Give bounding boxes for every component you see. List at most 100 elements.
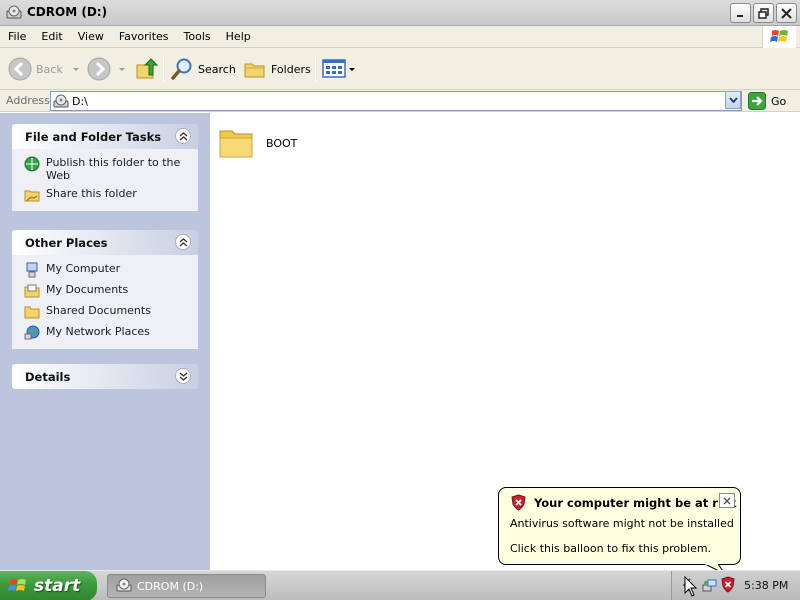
folders-label: Folders bbox=[271, 62, 311, 76]
go-arrow-icon bbox=[748, 92, 766, 110]
toolbar-separator bbox=[163, 56, 164, 82]
go-button[interactable]: Go bbox=[748, 91, 786, 111]
back-arrow-icon bbox=[8, 57, 32, 81]
menu-help[interactable]: Help bbox=[218, 30, 258, 43]
back-dropdown-icon bbox=[72, 67, 79, 71]
collapse-chevron-icon[interactable] bbox=[175, 234, 191, 250]
up-folder-button[interactable] bbox=[135, 54, 159, 84]
toolbar-separator bbox=[315, 56, 316, 82]
start-label: start bbox=[34, 576, 81, 596]
task-pane: File and Folder Tasks Publish this folde… bbox=[0, 113, 210, 570]
folder-label: BOOT bbox=[266, 137, 298, 150]
folder-icon bbox=[24, 304, 40, 320]
folders-button[interactable]: Folders bbox=[243, 54, 311, 84]
back-button[interactable]: Back bbox=[8, 54, 79, 84]
panel-header[interactable]: File and Folder Tasks bbox=[12, 124, 198, 149]
place-label: My Network Places bbox=[46, 325, 150, 338]
balloon-hint: Click this balloon to fix this problem. bbox=[510, 542, 712, 555]
forward-arrow-icon bbox=[87, 57, 111, 81]
folder-item[interactable]: BOOT bbox=[218, 123, 297, 164]
close-button[interactable] bbox=[776, 3, 797, 23]
menu-favorites[interactable]: Favorites bbox=[111, 30, 176, 43]
back-label: Back bbox=[36, 62, 63, 76]
collapse-chevron-icon[interactable] bbox=[175, 128, 191, 144]
security-shield-icon[interactable] bbox=[720, 576, 736, 596]
globe-icon bbox=[24, 156, 40, 172]
place-label: Shared Documents bbox=[46, 304, 151, 317]
my-documents-icon bbox=[24, 283, 40, 299]
menu-edit[interactable]: Edit bbox=[33, 30, 69, 43]
go-label: Go bbox=[771, 94, 787, 108]
windows-logo-icon bbox=[762, 26, 796, 48]
panel-title: File and Folder Tasks bbox=[25, 130, 162, 144]
panel-header[interactable]: Details bbox=[12, 364, 198, 389]
close-icon bbox=[723, 497, 731, 504]
address-input[interactable]: D:\ bbox=[50, 91, 742, 111]
folder-icon bbox=[218, 123, 256, 164]
panel-header[interactable]: Other Places bbox=[12, 230, 198, 255]
place-label: My Computer bbox=[46, 262, 121, 275]
forward-button[interactable] bbox=[87, 54, 125, 84]
restore-icon bbox=[758, 7, 769, 19]
menu-view[interactable]: View bbox=[70, 30, 111, 43]
place-my-computer[interactable]: My Computer bbox=[24, 262, 188, 278]
mouse-cursor bbox=[684, 575, 698, 600]
panel-title: Other Places bbox=[25, 236, 108, 250]
cd-drive-icon bbox=[6, 5, 22, 21]
task-label: Publish this folder to the Web bbox=[46, 156, 181, 182]
search-icon bbox=[171, 58, 192, 80]
cd-drive-icon bbox=[53, 94, 69, 113]
network-tray-icon[interactable] bbox=[702, 577, 718, 596]
place-shared-documents[interactable]: Shared Documents bbox=[24, 304, 188, 320]
place-my-network-places[interactable]: My Network Places bbox=[24, 325, 188, 341]
views-dropdown-icon bbox=[349, 67, 355, 71]
window-title: CDROM (D:) bbox=[27, 5, 108, 19]
toolbar: Back Search Folders bbox=[0, 48, 800, 90]
taskbar-window-button[interactable]: CDROM (D:) bbox=[107, 574, 266, 598]
balloon-title: Your computer might be at risk bbox=[534, 496, 737, 510]
task-publish-web[interactable]: Publish this folder to the Web bbox=[24, 156, 188, 182]
expand-chevron-icon[interactable] bbox=[175, 368, 191, 384]
up-folder-icon bbox=[136, 58, 159, 79]
restore-button[interactable] bbox=[753, 3, 774, 23]
security-shield-icon bbox=[510, 494, 527, 514]
other-places-panel: Other Places My Computer My Documents Sh… bbox=[12, 230, 198, 349]
file-folder-tasks-panel: File and Folder Tasks Publish this folde… bbox=[12, 124, 198, 211]
my-computer-icon bbox=[24, 262, 40, 278]
folders-icon bbox=[244, 63, 265, 78]
minimize-icon bbox=[737, 14, 743, 17]
views-icon bbox=[322, 59, 346, 78]
place-label: My Documents bbox=[46, 283, 129, 296]
share-folder-icon bbox=[24, 187, 40, 203]
menu-bar: File Edit View Favorites Tools Help bbox=[0, 26, 800, 48]
windows-flag-icon bbox=[8, 577, 28, 595]
panel-body: My Computer My Documents Shared Document… bbox=[12, 255, 198, 349]
task-share-folder[interactable]: Share this folder bbox=[24, 187, 188, 203]
close-icon bbox=[781, 7, 792, 19]
address-bar: Address D:\ Go bbox=[0, 90, 800, 112]
menu-tools[interactable]: Tools bbox=[176, 30, 218, 43]
cd-drive-icon bbox=[116, 578, 132, 594]
search-button[interactable]: Search bbox=[170, 54, 236, 84]
menu-file[interactable]: File bbox=[0, 30, 33, 43]
panel-body: Publish this folder to the Web Share thi… bbox=[12, 149, 198, 211]
address-value: D:\ bbox=[72, 95, 88, 108]
taskbar: start CDROM (D:) 5:38 PM bbox=[0, 570, 800, 600]
network-globe-icon bbox=[24, 325, 40, 341]
details-panel: Details bbox=[12, 364, 198, 389]
forward-dropdown-icon bbox=[119, 67, 125, 71]
title-bar[interactable]: CDROM (D:) bbox=[0, 0, 800, 26]
balloon-message: Antivirus software might not be installe… bbox=[510, 517, 734, 530]
panel-title: Details bbox=[25, 370, 71, 384]
address-dropdown-button[interactable] bbox=[725, 91, 741, 109]
address-label: Address bbox=[6, 94, 50, 107]
balloon-close-button[interactable] bbox=[719, 493, 735, 508]
chevron-down-icon bbox=[728, 97, 738, 103]
minimize-button[interactable] bbox=[730, 3, 751, 23]
start-button[interactable]: start bbox=[0, 571, 97, 600]
views-button[interactable] bbox=[322, 54, 355, 84]
clock: 5:38 PM bbox=[744, 579, 789, 592]
place-my-documents[interactable]: My Documents bbox=[24, 283, 188, 299]
taskbar-window-label: CDROM (D:) bbox=[137, 579, 204, 593]
notification-balloon[interactable]: Your computer might be at risk Antivirus… bbox=[498, 487, 741, 575]
